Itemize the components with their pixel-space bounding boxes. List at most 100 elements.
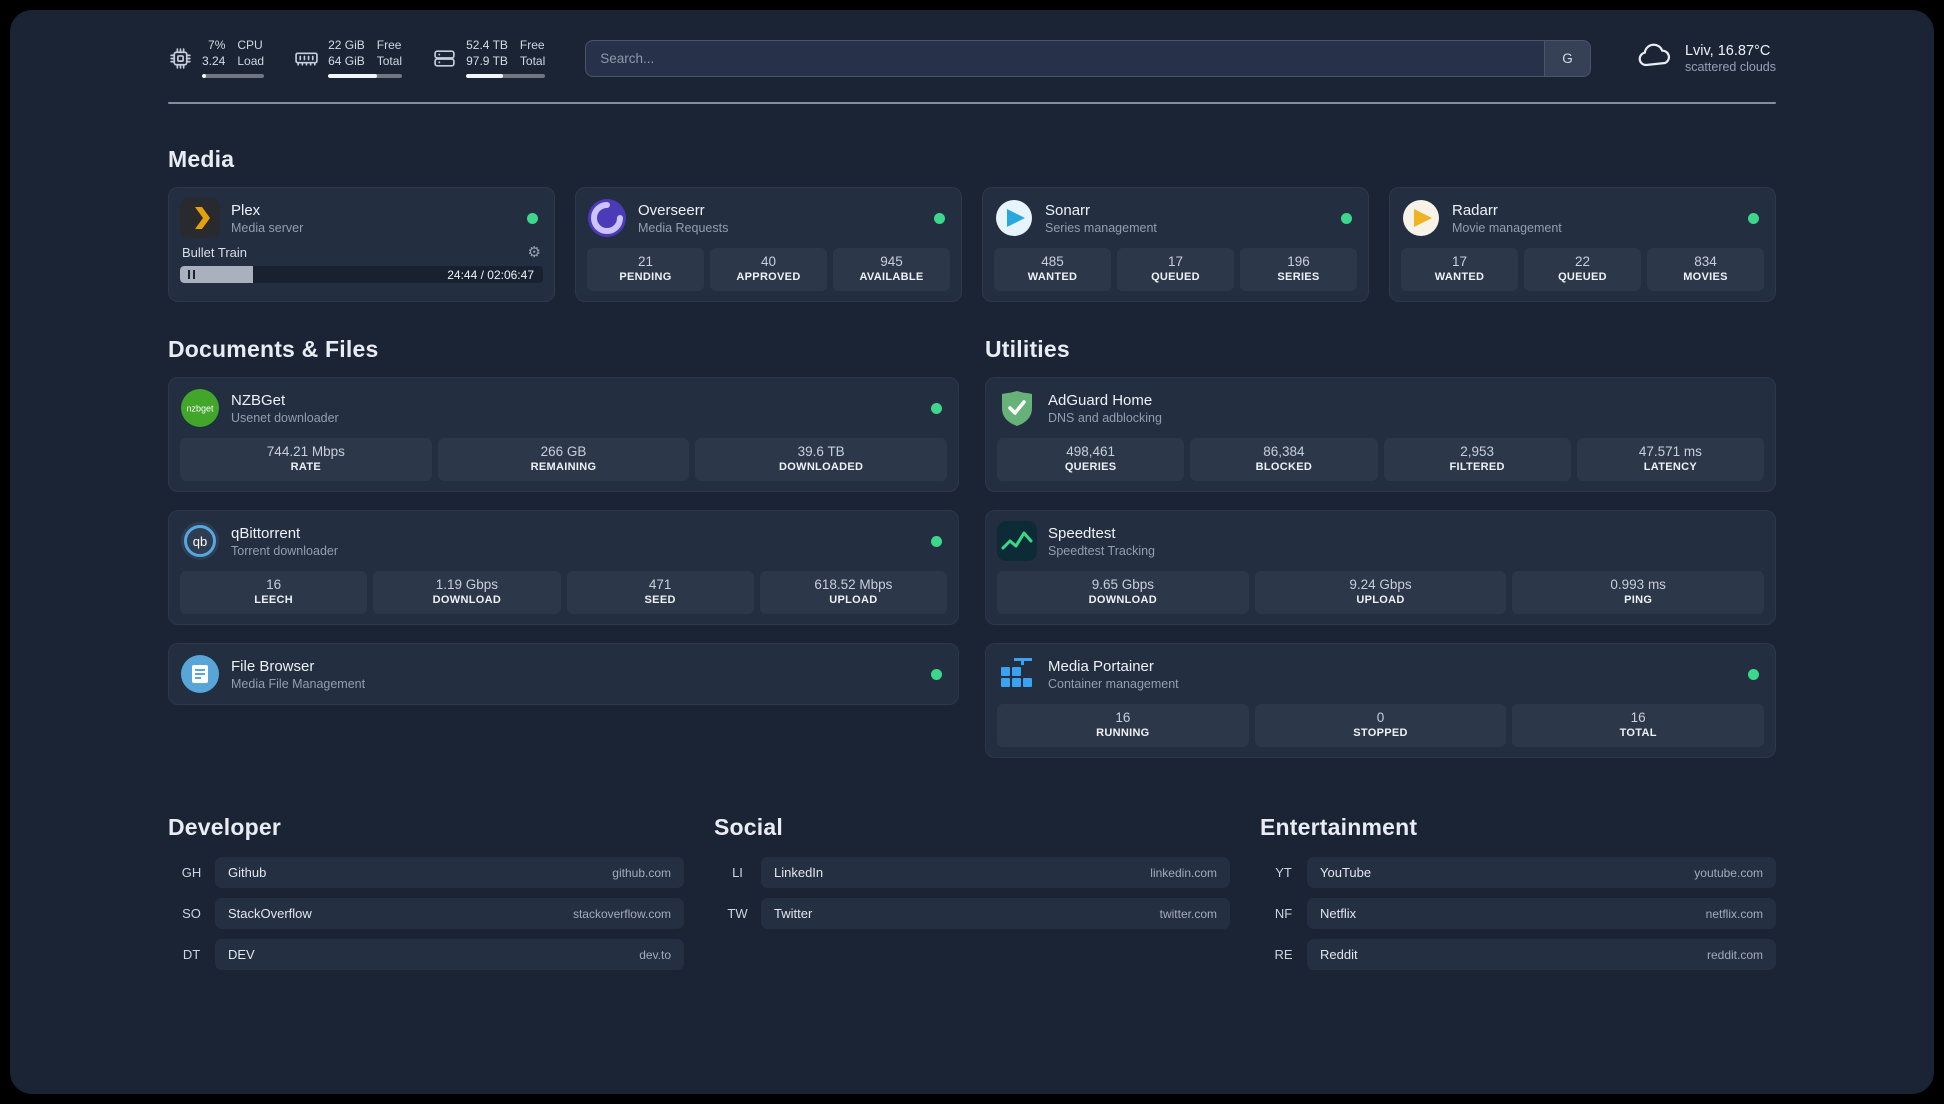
bookmark-group-developer: Developer GH Github github.com SO StackOverfl… bbox=[168, 814, 684, 980]
service-card-speedtest[interactable]: Speedtest Speedtest Tracking 9.65 Gbps DOWN… bbox=[985, 510, 1776, 626]
cpu-load-value: 3.24 bbox=[202, 53, 226, 68]
stat-label: FILTERED bbox=[1449, 461, 1505, 474]
stat-label: UPLOAD bbox=[1356, 594, 1405, 607]
service-card-qbittorrent[interactable]: qb qBittorrent Torrent downloader 16 LEECH 1.… bbox=[168, 510, 959, 626]
service-card-media-portainer[interactable]: Media Portainer Container management 16 RUN… bbox=[985, 643, 1776, 759]
section-media: Media Plex Media server Bullet Train ⚙ 24:44… bbox=[168, 146, 1776, 303]
service-stats: 16 RUNNING 0 STOPPED 16 TOTAL bbox=[997, 704, 1765, 748]
status-dot bbox=[1748, 668, 1759, 680]
service-header: nzbget NZBGet Usenet downloader bbox=[180, 388, 947, 428]
stat-queries: 498,461 QUERIES bbox=[997, 438, 1185, 482]
stat-label: REMAINING bbox=[530, 461, 597, 474]
service-name: qBittorrent bbox=[231, 524, 301, 542]
dashboard-root: 7% CPU 3.24 Load 22 GiB Free 64 GiB Tota… bbox=[10, 10, 1934, 1094]
status-dot bbox=[527, 212, 538, 224]
bookmark-abbr: YT bbox=[1275, 865, 1292, 881]
service-stats: 485 WANTED 17 QUEUED 196 SERIES bbox=[994, 248, 1357, 292]
search-provider-button[interactable]: G bbox=[1543, 40, 1590, 76]
stat-running: 16 RUNNING bbox=[997, 704, 1249, 748]
stat-label: TOTAL bbox=[1619, 727, 1657, 740]
service-card-adguard-home[interactable]: AdGuard Home DNS and adblocking 498,461 QUE… bbox=[985, 377, 1776, 493]
bookmark-netflix[interactable]: NF Netflix netflix.com bbox=[1260, 898, 1776, 930]
bookmark-github[interactable]: GH Github github.com bbox=[168, 857, 684, 889]
disk-widget: 52.4 TB Free 97.9 TB Total bbox=[432, 38, 546, 79]
service-name: Speedtest bbox=[1048, 524, 1116, 542]
stat-value: 21 bbox=[637, 254, 654, 270]
sonarr-icon bbox=[994, 198, 1034, 238]
stat-filtered: 2,953 FILTERED bbox=[1383, 438, 1571, 482]
stat-value: 16 bbox=[1115, 710, 1131, 726]
gear-icon[interactable]: ⚙ bbox=[528, 245, 541, 260]
bookmark-stackoverflow[interactable]: SO StackOverflow stackoverflow.com bbox=[168, 898, 684, 930]
svg-text:qb: qb bbox=[193, 534, 207, 549]
stat-value: 498,461 bbox=[1066, 444, 1116, 460]
status-dot bbox=[1748, 212, 1759, 224]
bookmark-dev[interactable]: DT DEV dev.to bbox=[168, 939, 684, 971]
stat-label: DOWNLOAD bbox=[1088, 594, 1158, 607]
stat-value: 16 bbox=[1630, 710, 1646, 726]
memory-total-value: 64 GiB bbox=[328, 53, 365, 68]
disk-total-label: Total bbox=[519, 53, 546, 68]
service-description: Series management bbox=[1045, 220, 1157, 235]
topbar: 7% CPU 3.24 Load 22 GiB Free 64 GiB Tota… bbox=[168, 38, 1776, 79]
service-card-plex[interactable]: Plex Media server Bullet Train ⚙ 24:44 / 02:… bbox=[168, 187, 555, 303]
stat-label: PING bbox=[1624, 594, 1653, 607]
adguard-icon bbox=[997, 388, 1037, 428]
media-cards-row: Plex Media server Bullet Train ⚙ 24:44 / 02:… bbox=[168, 187, 1776, 303]
stat-value: 485 bbox=[1041, 254, 1064, 270]
cpu-usage-bar-fill bbox=[202, 74, 207, 79]
bookmark-twitter[interactable]: TW Twitter twitter.com bbox=[714, 898, 1230, 930]
bookmark-reddit[interactable]: RE Reddit reddit.com bbox=[1260, 939, 1776, 971]
service-card-sonarr[interactable]: Sonarr Series management 485 WANTED 17 QUEUED… bbox=[982, 187, 1369, 303]
memory-free-label: Free bbox=[376, 38, 402, 52]
stat-available: 945 AVAILABLE bbox=[833, 248, 950, 292]
bookmark-name: Twitter bbox=[774, 906, 813, 922]
bookmark-name: Github bbox=[228, 865, 267, 881]
service-card-radarr[interactable]: Radarr Movie management 17 WANTED 22 QUEUED 83… bbox=[1389, 187, 1776, 303]
service-description: Media File Management bbox=[231, 676, 366, 691]
service-description: DNS and adblocking bbox=[1048, 410, 1162, 425]
service-description: Torrent downloader bbox=[231, 543, 339, 558]
disk-usage-bar-fill bbox=[466, 74, 504, 79]
service-description: Media Requests bbox=[638, 220, 729, 235]
status-dot bbox=[931, 668, 942, 680]
topbar-divider bbox=[168, 102, 1776, 105]
stat-value: 40 bbox=[760, 254, 777, 270]
stat-value: 834 bbox=[1694, 254, 1717, 270]
portainer-icon bbox=[997, 654, 1037, 694]
section-title-media: Media bbox=[168, 146, 235, 173]
stat-value: 22 bbox=[1574, 254, 1591, 270]
service-card-file-browser[interactable]: File Browser Media File Management bbox=[168, 643, 959, 706]
disk-free-value: 52.4 TB bbox=[466, 38, 508, 52]
stat-leech: 16 LEECH bbox=[180, 571, 368, 615]
search-input[interactable] bbox=[586, 40, 1544, 76]
cpu-usage-value: 7% bbox=[208, 38, 226, 52]
disk-free-label: Free bbox=[519, 38, 545, 52]
stat-label: STOPPED bbox=[1353, 727, 1408, 740]
bookmark-domain: youtube.com bbox=[1694, 865, 1763, 880]
bookmark-linkedin[interactable]: LI LinkedIn linkedin.com bbox=[714, 857, 1230, 889]
bookmark-abbr: SO bbox=[182, 906, 201, 922]
stat-label: MOVIES bbox=[1683, 271, 1728, 284]
memory-widget: 22 GiB Free 64 GiB Total bbox=[294, 38, 403, 79]
stat-downloaded: 39.6 TB DOWNLOADED bbox=[695, 438, 948, 482]
stat-label: WANTED bbox=[1434, 271, 1485, 284]
service-stats: 9.65 Gbps DOWNLOAD 9.24 Gbps UPLOAD 0.993 ms… bbox=[997, 571, 1765, 615]
service-card-overseerr[interactable]: Overseerr Media Requests 21 PENDING 40 APPROV… bbox=[575, 187, 962, 303]
service-header: Overseerr Media Requests bbox=[587, 198, 950, 238]
bookmark-youtube[interactable]: YT YouTube youtube.com bbox=[1260, 857, 1776, 889]
bookmark-abbr: DT bbox=[182, 947, 201, 963]
service-description: Speedtest Tracking bbox=[1048, 543, 1156, 558]
status-dot bbox=[931, 402, 942, 414]
service-stats: 498,461 QUERIES 86,384 BLOCKED 2,953 FILTERED… bbox=[997, 438, 1764, 482]
stat-value: 17 bbox=[1167, 254, 1184, 270]
disk-icon bbox=[432, 46, 457, 71]
service-card-nzbget[interactable]: nzbget NZBGet Usenet downloader 744.21 Mbps… bbox=[168, 377, 959, 493]
service-stats: 17 WANTED 22 QUEUED 834 MOVIES bbox=[1401, 248, 1764, 292]
playback-progress-bar: 24:44 / 02:06:47 bbox=[180, 266, 543, 284]
bookmark-name: StackOverflow bbox=[228, 906, 312, 922]
service-header: Media Portainer Container management bbox=[997, 654, 1764, 694]
service-name: Plex bbox=[231, 201, 261, 219]
section-documents-files: Documents & Files nzbget NZBGet Usenet dow… bbox=[168, 336, 959, 706]
stat-label: LEECH bbox=[254, 594, 294, 607]
